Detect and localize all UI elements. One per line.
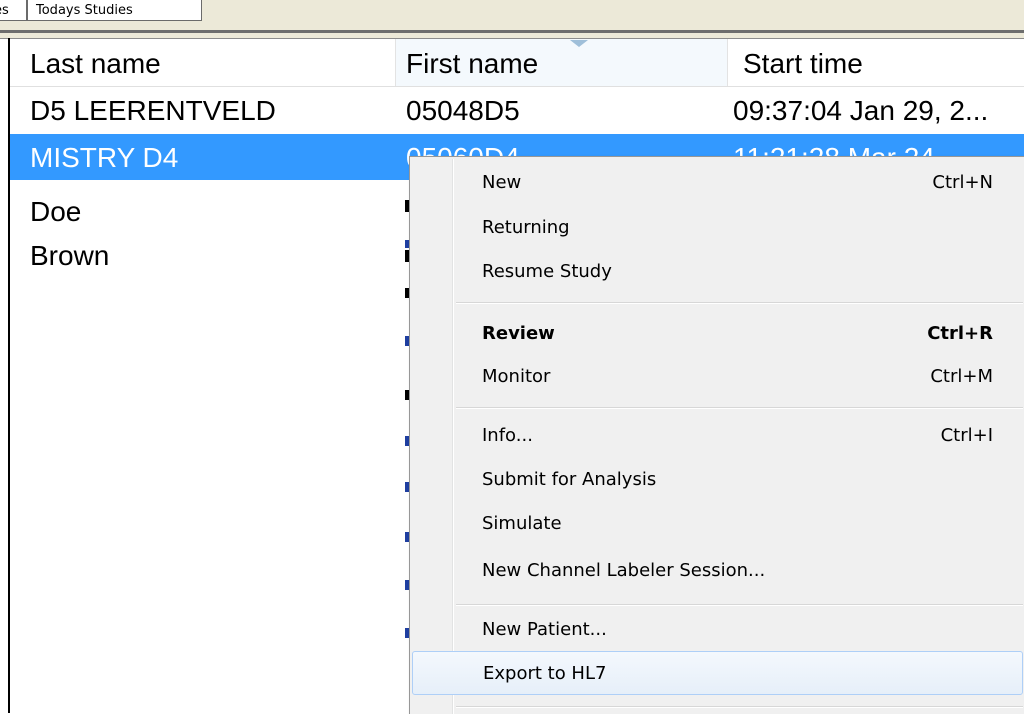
menu-item-label: New Channel Labeler Session... — [482, 560, 766, 581]
menu-item-review[interactable]: Review Ctrl+R — [412, 312, 1023, 356]
table-row[interactable]: D5 LEERENTVELD 05048D5 09:37:04 Jan 29, … — [10, 87, 1024, 133]
cell-last-name: MISTRY D4 — [30, 142, 179, 173]
list-header: Last name First name Start time — [10, 39, 1024, 87]
menu-item-new-patient[interactable]: New Patient... — [412, 608, 1023, 652]
context-menu: New Ctrl+N Returning Resume Study Review… — [409, 156, 1024, 714]
column-header-first-name[interactable]: First name — [396, 39, 728, 86]
cell-last-name[interactable]: Doe — [30, 196, 81, 228]
tab-previous[interactable]: es — [0, 0, 27, 21]
menu-item-simulate[interactable]: Simulate — [412, 502, 1023, 546]
cell-last-name: D5 LEERENTVELD — [30, 95, 276, 126]
menu-item-label: Review — [482, 323, 555, 344]
menu-item-shortcut: Ctrl+I — [940, 425, 993, 446]
cell-first-name: 05048D5 — [406, 95, 520, 126]
tab-underline — [0, 30, 1024, 33]
sort-indicator-icon — [570, 40, 588, 47]
menu-item-label: New Patient... — [482, 619, 607, 640]
menu-item-shortcut: Ctrl+N — [932, 172, 993, 193]
menu-item-label: Monitor — [482, 366, 551, 387]
menu-item-new[interactable]: New Ctrl+N — [412, 161, 1023, 205]
cell-last-name[interactable]: Brown — [30, 240, 109, 272]
menu-item-shortcut: Ctrl+R — [927, 323, 993, 344]
menu-separator — [456, 407, 1023, 409]
menu-separator — [456, 706, 1023, 708]
menu-item-label: Returning — [482, 217, 570, 238]
menu-item-new-channel-labeler-session[interactable]: New Channel Labeler Session... — [412, 549, 1023, 593]
column-header-start-time[interactable]: Start time — [728, 39, 1024, 86]
menu-item-returning[interactable]: Returning — [412, 206, 1023, 250]
menu-item-submit-for-analysis[interactable]: Submit for Analysis — [412, 458, 1023, 502]
menu-item-shortcut: Ctrl+M — [930, 366, 993, 387]
menu-separator — [456, 302, 1023, 304]
menu-item-label: Submit for Analysis — [482, 469, 657, 490]
menu-item-label: Resume Study — [482, 261, 612, 282]
menu-item-export-to-hl7[interactable]: Export to HL7 — [412, 651, 1023, 695]
menu-item-monitor[interactable]: Monitor Ctrl+M — [412, 355, 1023, 399]
menu-item-info[interactable]: Info... Ctrl+I — [412, 414, 1023, 458]
menu-item-label: Export to HL7 — [483, 663, 607, 684]
menu-item-resume-study[interactable]: Resume Study — [412, 250, 1023, 294]
column-header-last-name[interactable]: Last name — [10, 39, 396, 86]
menu-item-label: New — [482, 172, 522, 193]
menu-item-label: Info... — [482, 425, 533, 446]
tab-strip: es Todays Studies — [0, 0, 1024, 39]
cell-start-time: 09:37:04 Jan 29, 2... — [733, 95, 989, 126]
menu-item-label: Simulate — [482, 513, 562, 534]
menu-separator — [456, 604, 1023, 606]
tab-todays-studies[interactable]: Todays Studies — [27, 0, 202, 21]
